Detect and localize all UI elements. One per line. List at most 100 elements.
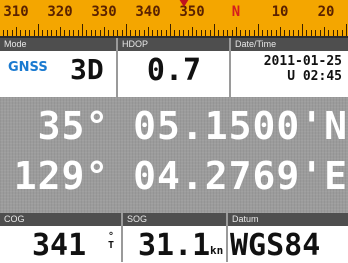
compass-tick: [258, 24, 259, 36]
compass-tick: [139, 30, 141, 36]
compass-tick: [108, 30, 110, 36]
sog-value: 31.1: [138, 228, 211, 263]
compass-tick: [165, 30, 167, 36]
sog-header: SOG: [123, 213, 226, 226]
compass-tick: [187, 30, 189, 36]
compass-tick: [60, 27, 61, 36]
datum-header: Datum: [228, 213, 348, 226]
divider: [226, 213, 228, 262]
compass-tick: [174, 30, 176, 36]
compass-tick: [51, 30, 53, 36]
divider: [229, 38, 231, 97]
date-value: 2011-01-25: [263, 54, 342, 69]
compass-tick: [346, 24, 347, 36]
compass-tick: [33, 30, 35, 36]
time-value: U 02:45: [287, 69, 342, 84]
compass-tick: [161, 30, 163, 36]
compass-tick: [90, 30, 92, 36]
compass-tick: [262, 30, 264, 36]
compass-tick: [319, 30, 321, 36]
compass-tick: [337, 30, 339, 36]
compass-tick: [306, 30, 308, 36]
compass-tick: [253, 30, 255, 36]
compass-tick: [99, 30, 101, 36]
heading-pointer-icon: [179, 0, 189, 7]
compass-tick: [284, 30, 286, 36]
latitude-value: 35° 05.1500'N: [37, 104, 348, 148]
compass-tick: [130, 30, 132, 36]
heading-label-320: 320: [47, 4, 73, 20]
compass-tick: [183, 30, 185, 36]
compass-tick: [328, 30, 330, 36]
compass-tick: [332, 30, 334, 36]
cog-header: COG: [0, 213, 121, 226]
compass-tape: 310 320 330 340 350 N 10 20: [0, 0, 348, 38]
compass-tick: [24, 30, 26, 36]
longitude-value: 129° 04.2769'E: [13, 154, 348, 198]
compass-tick: [148, 27, 149, 36]
heading-label-10: 10: [271, 4, 289, 20]
compass-tick: [240, 30, 242, 36]
compass-tick: [249, 30, 251, 36]
position-panel: 35° 05.1500'N 129° 04.2769'E: [0, 97, 348, 213]
compass-tick: [77, 30, 79, 36]
compass-tick: [324, 27, 325, 36]
compass-tick: [170, 24, 171, 36]
datetime-header: Date/Time: [231, 38, 348, 51]
gnss-label: GNSS: [8, 60, 48, 75]
compass-tick: [266, 30, 268, 36]
hdop-value: 0.7: [146, 53, 202, 88]
compass-tick: [156, 30, 158, 36]
compass-tick: [196, 30, 198, 36]
heading-label-330: 330: [91, 4, 117, 20]
cog-unit: ° T: [106, 232, 116, 251]
compass-tick: [64, 30, 66, 36]
compass-tick: [104, 27, 105, 36]
heading-label-20: 20: [317, 4, 335, 20]
compass-tick: [73, 30, 75, 36]
compass-tick: [143, 30, 145, 36]
compass-tick: [117, 30, 119, 36]
fix-mode-value: 3D: [70, 53, 104, 86]
compass-tick: [288, 30, 290, 36]
compass-tick: [227, 30, 229, 36]
compass-tick: [112, 30, 114, 36]
heading-label-north: N: [231, 4, 241, 20]
compass-tick: [16, 27, 17, 36]
divider: [116, 38, 118, 97]
compass-tick: [275, 30, 277, 36]
compass-tick: [214, 24, 215, 36]
compass-tick: [218, 30, 220, 36]
datum-value: WGS84: [230, 228, 321, 263]
compass-tick: [29, 30, 31, 36]
hdop-header: HDOP: [118, 38, 229, 51]
heading-label-350: 350: [179, 4, 205, 20]
compass-tick: [222, 30, 224, 36]
compass-tick: [315, 30, 317, 36]
compass-tick: [205, 30, 207, 36]
compass-tick: [293, 30, 295, 36]
compass-tick: [11, 30, 13, 36]
compass-tick: [2, 30, 4, 36]
mode-header: Mode: [0, 38, 116, 51]
cog-unit-true: T: [107, 240, 115, 251]
compass-tick: [126, 24, 127, 36]
compass-tick: [192, 27, 193, 36]
compass-tick: [38, 24, 39, 36]
compass-tick: [42, 30, 44, 36]
compass-tick: [178, 30, 180, 36]
heading-label-340: 340: [135, 4, 161, 20]
compass-tick: [200, 30, 202, 36]
compass-tick: [82, 24, 83, 36]
compass-tick: [46, 30, 48, 36]
compass-tick: [68, 30, 70, 36]
compass-tick: [302, 24, 303, 36]
compass-tick: [55, 30, 57, 36]
divider: [121, 213, 123, 262]
compass-tick: [341, 30, 343, 36]
compass-tick: [244, 30, 246, 36]
compass-tick: [152, 30, 154, 36]
cog-value: 341: [32, 228, 87, 263]
sog-unit: kn: [210, 244, 224, 257]
heading-label-310: 310: [3, 4, 29, 20]
